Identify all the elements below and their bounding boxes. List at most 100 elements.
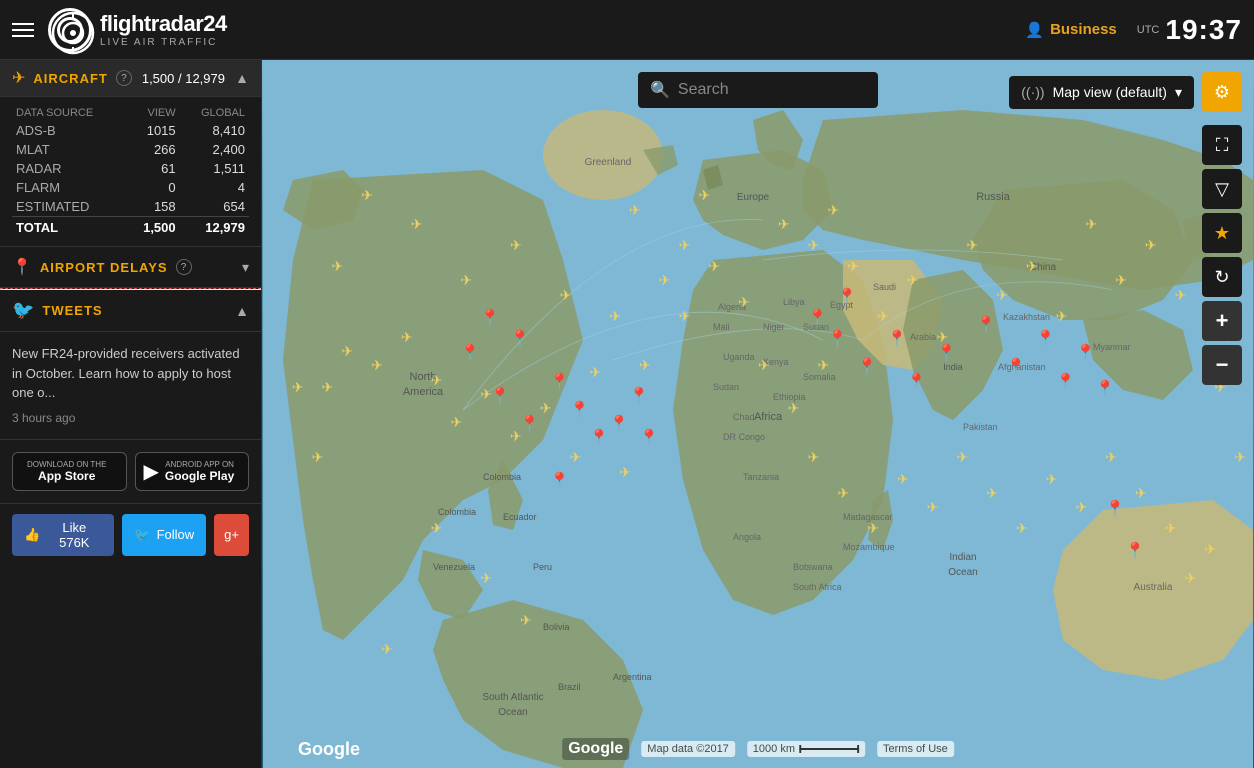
source-flarm: FLARM — [12, 178, 126, 197]
search-icon: 🔍 — [650, 80, 670, 100]
airport-pin: 📍 — [490, 386, 510, 406]
app-store-button[interactable]: Download on the App Store — [12, 452, 127, 491]
airport-pin: 📍 — [837, 287, 857, 307]
fb-like-label: Like 576K — [46, 520, 102, 550]
plane-icon: ✈ — [371, 357, 383, 374]
col-source: DATA SOURCE — [12, 105, 126, 121]
plane-icon: ✈ — [808, 449, 820, 466]
svg-text:South Africa: South Africa — [793, 582, 842, 592]
airport-pin: 📍 — [570, 400, 590, 420]
plane-icon: ✈ — [589, 364, 601, 381]
airport-pin: 📍 — [609, 414, 629, 434]
airport-pin: 📍 — [1075, 343, 1095, 363]
aircraft-chevron-icon[interactable]: ▲ — [235, 70, 249, 86]
airport-pin: 📍 — [1056, 372, 1076, 392]
twitter-follow-button[interactable]: 🐦 Follow — [122, 514, 206, 556]
plane-icon: ✈ — [431, 372, 443, 389]
global-adsb: 8,410 — [180, 121, 249, 140]
plane-icon: ✈ — [540, 400, 552, 417]
plane-icon: ✈ — [570, 449, 582, 466]
map-view-button[interactable]: ((·)) Map view (default) ▾ — [1009, 76, 1194, 109]
header-right: 👤 Business UTC 19:37 — [1025, 14, 1242, 46]
col-global: GLOBAL — [180, 105, 249, 121]
plane-icon: ✈ — [381, 641, 393, 658]
google-logo: Google — [562, 738, 629, 760]
plane-icon: ✈ — [619, 464, 631, 481]
business-button[interactable]: 👤 Business — [1025, 21, 1116, 39]
zoom-out-button[interactable]: − — [1202, 345, 1242, 385]
filter-button[interactable]: ▽ — [1202, 169, 1242, 209]
plane-icon: ✈ — [1234, 449, 1246, 466]
settings-button[interactable]: ⚙ — [1202, 72, 1242, 112]
refresh-button[interactable]: ↻ — [1202, 257, 1242, 297]
facebook-like-button[interactable]: 👍 Like 576K — [12, 514, 114, 556]
airport-pin: 📍 — [550, 471, 570, 491]
svg-text:Tanzania: Tanzania — [743, 472, 779, 482]
airport-delays-section[interactable]: 📍 AIRPORT DELAYS ? ▾ — [0, 246, 261, 288]
total-label: TOTAL — [12, 217, 126, 239]
map-view-label: Map view (default) — [1053, 84, 1167, 100]
tweet-text: New FR24-provided receivers activated in… — [12, 344, 249, 403]
delays-help-button[interactable]: ? — [176, 259, 192, 275]
svg-text:Bolivia: Bolivia — [543, 622, 570, 632]
view-radar: 61 — [126, 159, 180, 178]
plane-icon: ✈ — [1185, 570, 1197, 587]
tweets-chevron-icon[interactable]: ▲ — [235, 303, 249, 319]
android-icon: ▶ — [144, 459, 159, 484]
svg-text:Mali: Mali — [713, 322, 730, 332]
plane-icon: ✈ — [322, 379, 334, 396]
airport-pin: 📍 — [1125, 541, 1145, 561]
location-icon: 📍 — [12, 257, 32, 277]
map-background: Greenland North America Russia China Afr… — [262, 60, 1254, 768]
svg-text:Kazakhstan: Kazakhstan — [1003, 312, 1050, 322]
svg-text:India: India — [943, 362, 963, 372]
plane-icon: ✈ — [867, 520, 879, 537]
refresh-icon: ↻ — [1214, 267, 1229, 288]
social-buttons: 👍 Like 576K 🐦 Follow g+ — [0, 504, 261, 566]
airport-delays-label: AIRPORT DELAYS — [40, 260, 168, 275]
zoom-in-button[interactable]: + — [1202, 301, 1242, 341]
fullscreen-button[interactable]: ⛶ — [1202, 125, 1242, 165]
plane-icon: ✈ — [679, 308, 691, 325]
airport-pin: 📍 — [907, 372, 927, 392]
scale-value: 1000 km — [753, 743, 795, 755]
logo-icon — [48, 8, 92, 52]
google-play-name: Google Play — [165, 469, 234, 483]
plane-icon: ✈ — [460, 272, 472, 289]
source-radar: RADAR — [12, 159, 126, 178]
map-area[interactable]: Greenland North America Russia China Afr… — [262, 60, 1254, 768]
terms-link[interactable]: Terms of Use — [877, 741, 954, 757]
aircraft-bar: ✈ AIRCRAFT ? 1,500 / 12,979 ▲ — [0, 60, 261, 97]
delays-chevron-icon[interactable]: ▾ — [242, 259, 249, 276]
plane-icon: ✈ — [708, 258, 720, 275]
plane-icon: ✈ — [679, 237, 691, 254]
table-row: ADS-B 1015 8,410 — [12, 121, 249, 140]
plane-icon: ✈ — [847, 258, 859, 275]
hamburger-menu[interactable] — [12, 23, 34, 37]
plane-icon: ✈ — [1145, 237, 1157, 254]
search-input[interactable] — [678, 81, 866, 99]
search-input-wrap[interactable]: 🔍 — [638, 72, 878, 108]
plane-icon: ✈ — [361, 187, 373, 204]
svg-text:Myanmar: Myanmar — [1093, 342, 1131, 352]
plane-icon: ✈ — [956, 449, 968, 466]
google-play-button[interactable]: ▶ ANDROID APP ON Google Play — [135, 452, 250, 491]
plane-icon: ✈ — [1046, 471, 1058, 488]
global-flarm: 4 — [180, 178, 249, 197]
logo-text: flightradar24 LIVE AIR TRAFFIC — [100, 11, 227, 48]
aircraft-help-button[interactable]: ? — [116, 70, 132, 86]
plane-icon: ✈ — [1105, 449, 1117, 466]
source-mlat: MLAT — [12, 140, 126, 159]
airport-pin: 📍 — [460, 343, 480, 363]
plane-icon: ✈ — [341, 343, 353, 360]
svg-text:Mozambique: Mozambique — [843, 542, 895, 552]
svg-text:Peru: Peru — [533, 562, 552, 572]
favorites-button[interactable]: ★ — [1202, 213, 1242, 253]
search-bar: 🔍 — [638, 72, 878, 108]
map-data-label: Map data ©2017 — [641, 741, 735, 757]
plane-icon: ✈ — [837, 485, 849, 502]
source-adsb: ADS-B — [12, 121, 126, 140]
google-plus-button[interactable]: g+ — [214, 514, 249, 556]
plane-icon: ✈ — [986, 485, 998, 502]
store-buttons: Download on the App Store ▶ ANDROID APP … — [0, 440, 261, 504]
